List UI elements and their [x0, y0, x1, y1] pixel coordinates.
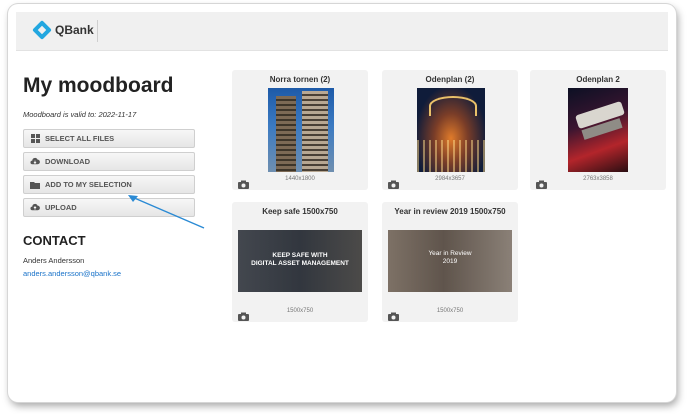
cloud-upload-icon: [30, 203, 40, 213]
asset-card-year-in-review[interactable]: Year in review 2019 1500x750 Year in Rev…: [382, 202, 518, 322]
page-title: My moodboard: [23, 74, 174, 97]
asset-card-keep-safe[interactable]: Keep safe 1500x750 KEEP SAFE WITH DIGITA…: [232, 202, 368, 322]
folder-icon: [30, 180, 40, 190]
asset-card-odenplan[interactable]: Odenplan (2) 2984x3657: [382, 70, 518, 190]
card-title: Norra tornen (2): [269, 75, 331, 84]
card-title: Keep safe 1500x750: [262, 207, 338, 216]
qbank-logo-icon: [32, 20, 52, 40]
contact-heading: CONTACT: [23, 233, 86, 248]
download-label: DOWNLOAD: [45, 157, 90, 166]
image-dimensions: 1440x1800: [285, 176, 315, 182]
download-button[interactable]: DOWNLOAD: [23, 152, 195, 171]
thumbnail-overlay-text: KEEP SAFE WITH DIGITAL ASSET MANAGEMENT: [251, 252, 349, 268]
image-dimensions: 2984x3657: [435, 176, 465, 182]
cloud-download-icon: [30, 157, 40, 167]
add-to-selection-label: ADD TO MY SELECTION: [45, 180, 132, 189]
card-title: Odenplan (2): [425, 75, 475, 84]
select-all-files-button[interactable]: SELECT ALL FILES: [23, 129, 195, 148]
contact-name: Anders Andersson: [23, 256, 85, 265]
thumbnail-image: [417, 88, 485, 172]
image-dimensions: 2763x3858: [583, 176, 613, 182]
valid-date-text: Moodboard is valid to: 2022-11-17: [23, 110, 137, 119]
divider: [97, 20, 98, 42]
thumbnail-image: KEEP SAFE WITH DIGITAL ASSET MANAGEMENT: [238, 230, 362, 292]
logo[interactable]: QBank: [32, 20, 94, 40]
image-dimensions: 1500x750: [286, 308, 314, 314]
app-window: QBank My moodboard Moodboard is valid to…: [8, 4, 676, 402]
arrow-annotation-icon: [128, 195, 205, 229]
logo-text: QBank: [55, 23, 94, 37]
card-title: Year in review 2019 1500x750: [394, 207, 506, 216]
top-bar: QBank: [16, 12, 668, 51]
image-dimensions: 1500x750: [436, 308, 464, 314]
thumbnail-image: Year in Review 2019: [388, 230, 512, 292]
thumbnail-image: [568, 88, 628, 172]
card-title: Odenplan 2: [576, 75, 620, 84]
upload-label: UPLOAD: [45, 203, 77, 212]
select-all-files-label: SELECT ALL FILES: [45, 134, 115, 143]
asset-card-norra-tornen[interactable]: Norra tornen (2) 1440x1800: [232, 70, 368, 190]
thumbnail-image: [268, 88, 334, 172]
grid-icon: [30, 134, 40, 144]
contact-email-link[interactable]: anders.andersson@qbank.se: [23, 269, 203, 278]
asset-card-odenplan-2[interactable]: Odenplan 2 2763x3858: [530, 70, 666, 190]
moodboard-sidebar: My moodboard Moodboard is valid to: 2022…: [23, 74, 203, 278]
thumbnail-overlay-text: Year in Review 2019: [428, 250, 472, 266]
